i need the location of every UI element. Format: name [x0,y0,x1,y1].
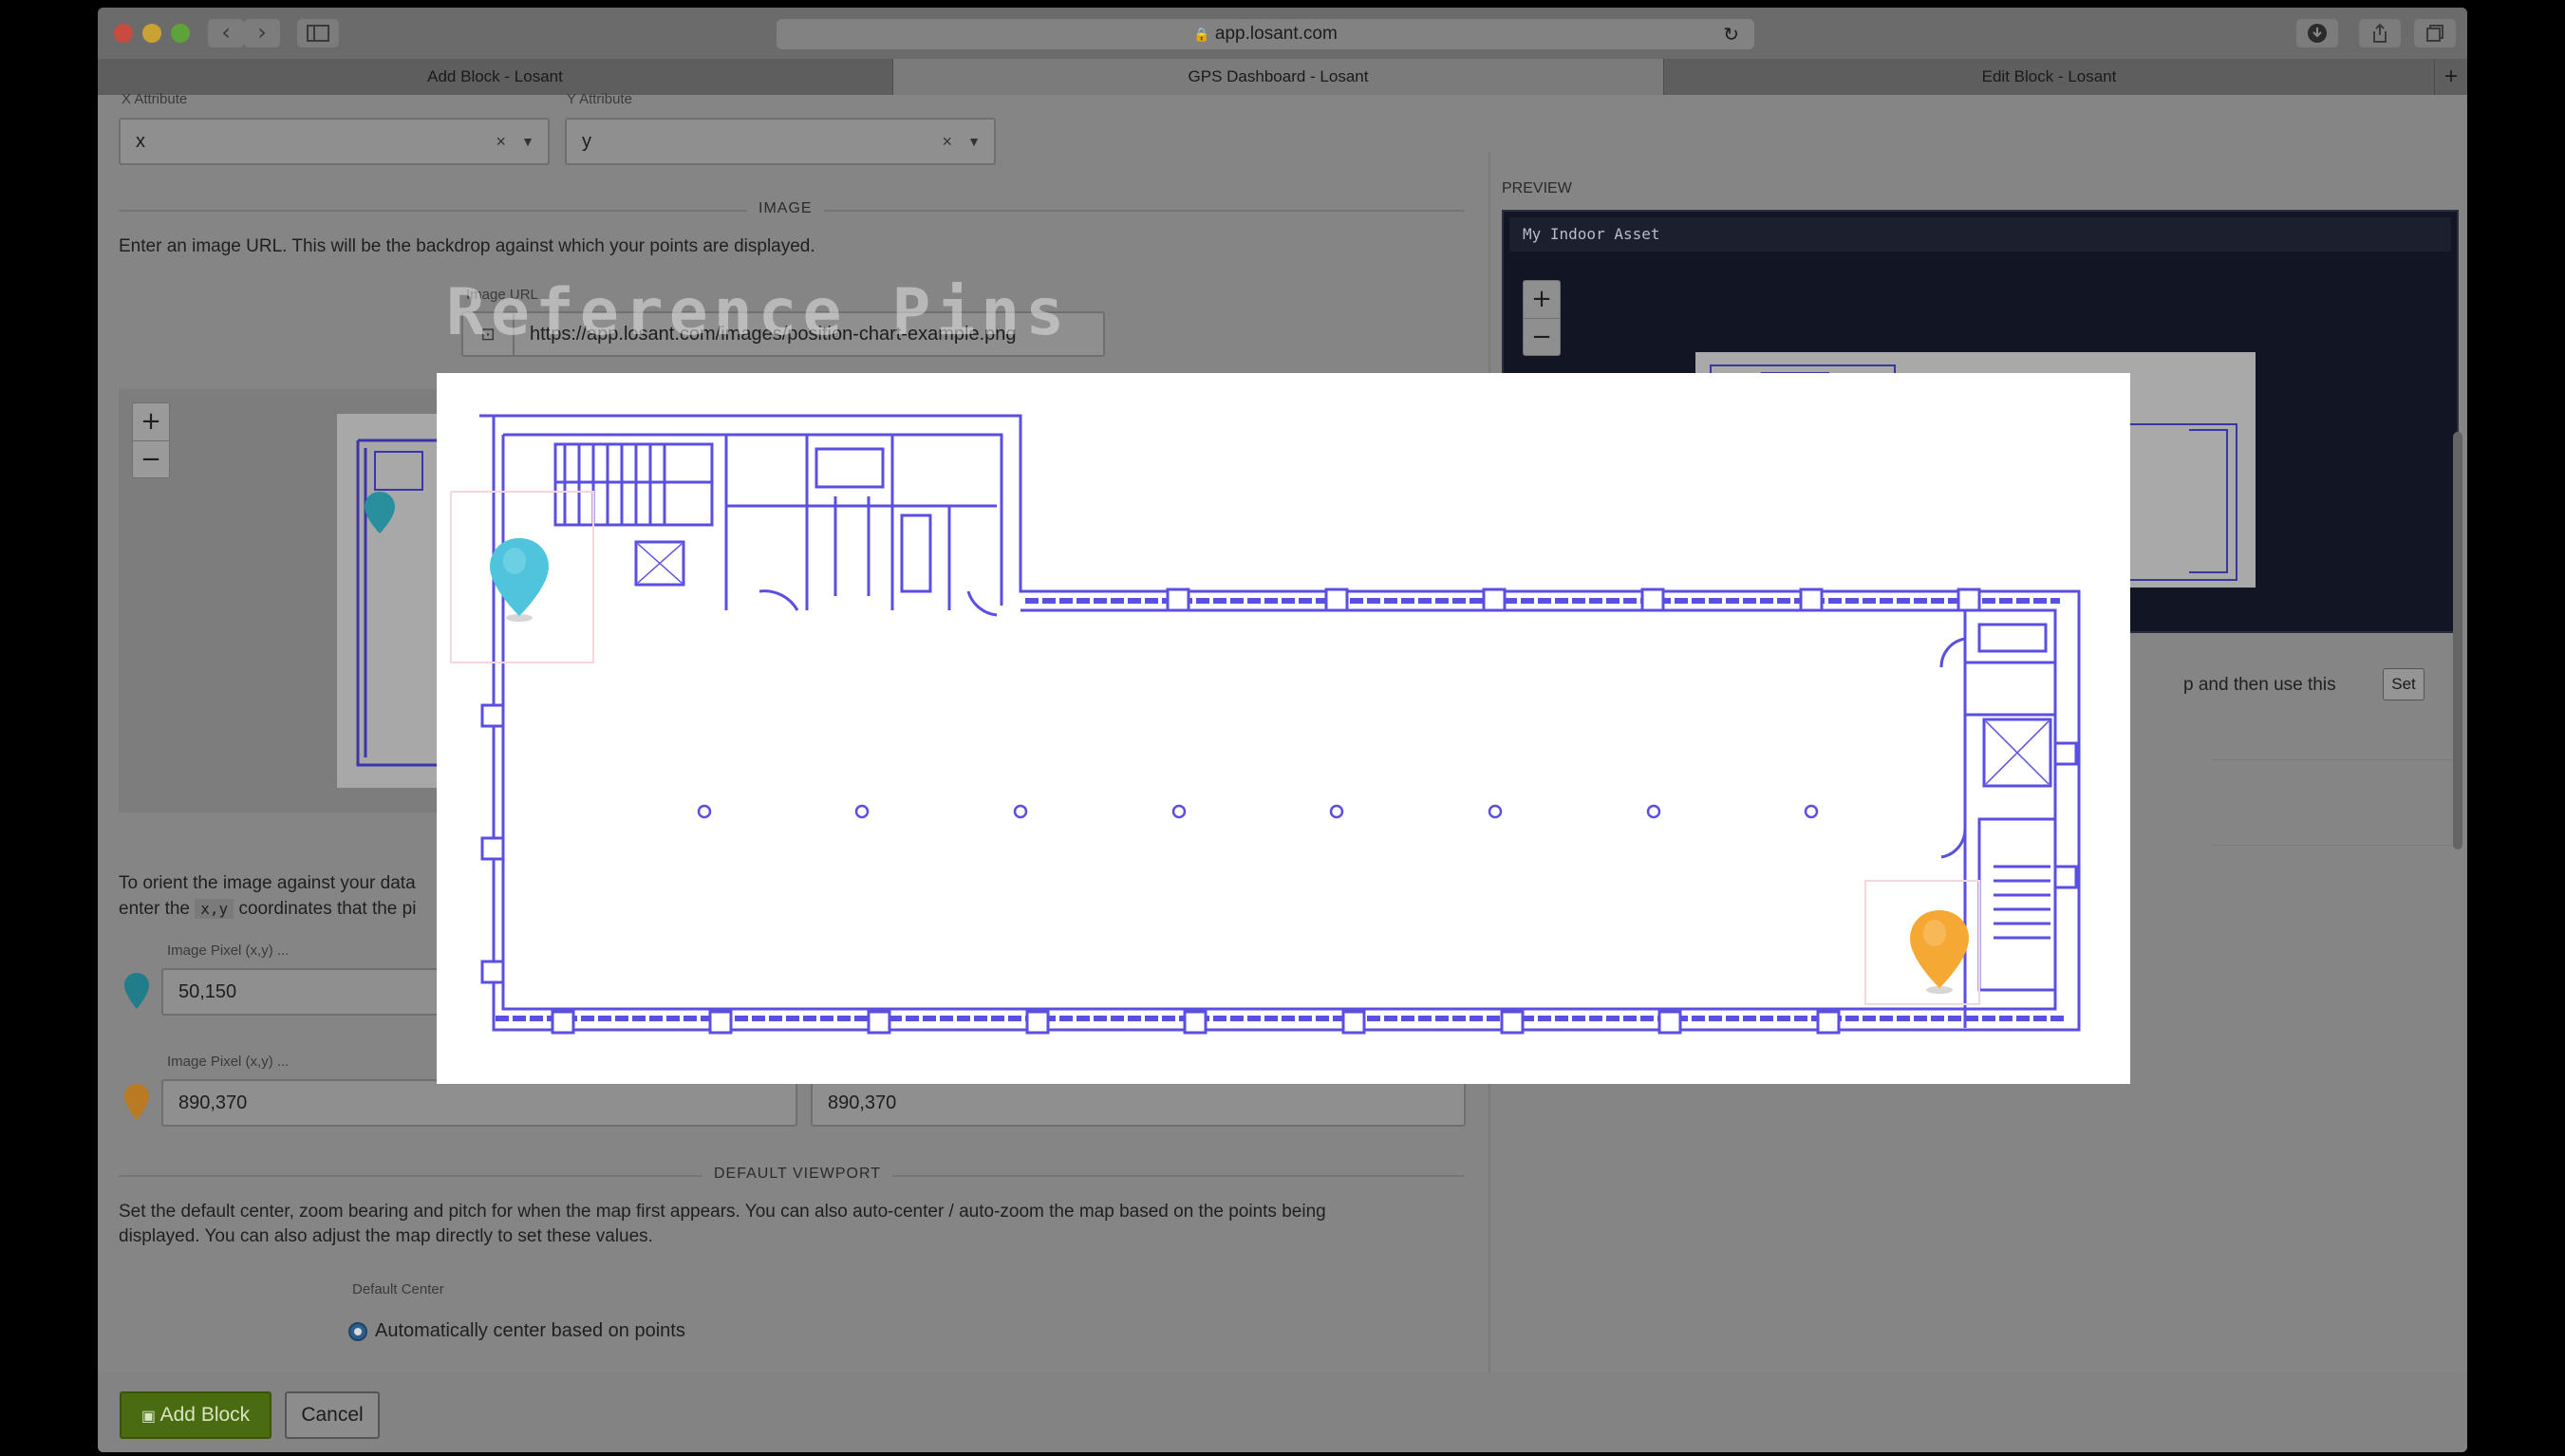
viewport-section-title: DEFAULT VIEWPORT [702,1166,893,1183]
y-attribute-label: Y Attribute [567,91,632,107]
divider [2212,759,2459,760]
page-scrollbar[interactable] [2453,432,2462,849]
set-button[interactable]: Set [2383,668,2425,700]
pin2-data-input[interactable]: 890,370 [811,1079,1466,1127]
minimize-window-button[interactable] [142,24,161,43]
auto-center-radio[interactable] [348,1322,367,1341]
zoom-in-button[interactable]: + [133,403,169,440]
orient-text-line2: enter the x,y coordinates that the pi [119,896,416,922]
forward-icon[interactable]: › [244,19,280,47]
new-tab-button[interactable]: + [2435,59,2467,95]
action-bar [98,1372,2467,1452]
default-center-label: Default Center [352,1281,444,1297]
pin2-pixel-input[interactable]: 890,370 [161,1079,797,1127]
back-icon[interactable]: ‹ [208,19,244,47]
x-attribute-label: X Attribute [122,91,188,107]
clear-icon[interactable]: × [942,120,952,163]
teal-pin-icon[interactable] [363,490,397,535]
teal-pin-icon [124,973,149,1009]
save-icon: ▣ [140,1409,156,1425]
browser-titlebar: ‹ › 🔒 app.losant.com ↻ [98,8,2467,59]
x-attribute-select[interactable]: x × ▼ [119,118,550,165]
chevron-down-icon[interactable]: ▼ [967,120,981,163]
reference-pin-orange-icon[interactable] [1906,906,1973,996]
pin2-pixel-label: Image Pixel (x,y) ... [167,1054,290,1070]
browser-tab-bar: Add Block - Losant GPS Dashboard - Losan… [98,59,2467,95]
preview-zoom-control: + − [1523,280,1561,356]
zoom-out-button[interactable]: − [133,440,169,477]
lock-icon: 🔒 [1193,27,1210,42]
sidebar-toggle-icon[interactable] [297,19,339,47]
zoom-in-button[interactable]: + [1524,281,1560,318]
pin1-pixel-label: Image Pixel (x,y) ... [167,943,290,959]
orient-text-prefix: enter the [119,899,190,919]
tab-edit-block[interactable]: Edit Block - Losant [1664,59,2435,95]
viewport-text-line2: displayed. You can also adjust the map d… [119,1226,653,1246]
y-attribute-value: y [582,131,591,152]
pin2-pixel-value: 890,370 [178,1092,248,1113]
share-icon[interactable] [2359,19,2401,47]
cancel-button[interactable]: Cancel [285,1391,380,1439]
url-text: app.losant.com [1214,24,1338,44]
image-intro-text: Enter an image URL. This will be the bac… [119,236,815,256]
y-attribute-select[interactable]: y × ▼ [565,118,996,165]
preview-side-text: p and then use this [2183,675,2336,695]
chevron-down-icon[interactable]: ▼ [521,120,534,163]
divider [2212,845,2459,846]
tab-gps-dashboard[interactable]: GPS Dashboard - Losant [893,59,1664,95]
pin2-data-value: 890,370 [828,1092,897,1113]
orange-pin-icon [124,1084,149,1120]
x-attribute-value: x [136,131,145,152]
zoom-out-button[interactable]: − [1524,318,1560,355]
orient-text-suffix: coordinates that the pi [238,899,417,919]
clear-icon[interactable]: × [496,120,506,163]
tabs-overview-icon[interactable] [2414,19,2456,47]
tab-add-block[interactable]: Add Block - Losant [98,59,893,95]
orient-text-line1: To orient the image against your data [119,873,416,893]
download-icon[interactable] [2296,19,2338,47]
orient-code: x,y [195,899,234,919]
add-block-label: Add Block [159,1404,251,1426]
reference-pin-teal-icon[interactable] [486,534,552,624]
close-window-button[interactable] [114,24,133,43]
address-bar[interactable]: 🔒 app.losant.com ↻ [777,19,1754,49]
viewport-text-line1: Set the default center, zoom bearing and… [119,1202,1326,1222]
reload-icon[interactable]: ↻ [1723,19,1739,49]
pin1-pixel-value: 50,150 [178,981,237,1002]
preview-heading: PREVIEW [1502,180,1572,196]
floorplan-blueprint [450,414,2081,1035]
reference-pins-caption: Reference Pins [446,275,1071,350]
zoom-window-button[interactable] [171,24,190,43]
editor-zoom-control: + − [132,402,170,478]
image-section-title: IMAGE [747,200,824,217]
auto-center-option-label[interactable]: Automatically center based on points [375,1318,685,1344]
add-block-button[interactable]: ▣ Add Block [120,1391,271,1439]
preview-block-title: My Indoor Asset [1509,217,2451,252]
floorplan-overlay [437,373,2130,1084]
